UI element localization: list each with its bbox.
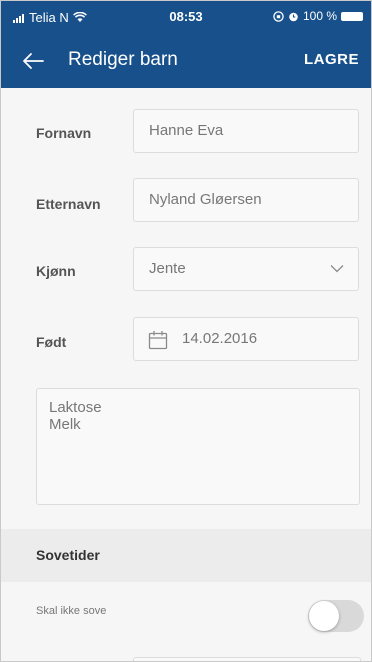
- no-sleep-label: Skal ikke sove: [36, 605, 107, 617]
- born-label: Født: [36, 334, 67, 350]
- born-date-field[interactable]: 14.02.2016: [133, 317, 359, 361]
- no-sleep-toggle[interactable]: [308, 600, 364, 632]
- first-name-label: Fornavn: [36, 125, 92, 141]
- last-name-value: Nyland Gløersen: [149, 191, 262, 208]
- section-title: Sovetider: [36, 547, 100, 563]
- save-button[interactable]: LAGRE: [304, 51, 359, 68]
- notes-textarea[interactable]: Laktose Melk: [36, 388, 360, 505]
- back-arrow-icon[interactable]: [21, 51, 45, 71]
- status-bar: Telia N 08:53 100 %: [1, 1, 371, 34]
- gender-value: Jente: [149, 260, 186, 277]
- last-name-field[interactable]: Nyland Gløersen: [133, 178, 359, 222]
- partial-field[interactable]: [133, 657, 361, 661]
- note-line: Melk: [49, 416, 81, 433]
- section-header: Sovetider: [1, 529, 371, 582]
- alarm-icon: [289, 12, 298, 21]
- first-name-field[interactable]: Hanne Eva: [133, 109, 359, 153]
- orientation-lock-icon: [273, 10, 284, 22]
- born-date-value: 14.02.2016: [182, 330, 258, 347]
- screen: Telia N 08:53 100 % Rediger barn LAGRE F…: [0, 0, 372, 662]
- battery-icon: [341, 11, 363, 21]
- status-right: 100 %: [273, 9, 363, 23]
- calendar-icon: [148, 331, 168, 350]
- note-line: Laktose: [49, 399, 102, 416]
- battery-percent: 100 %: [302, 9, 337, 23]
- first-name-value: Hanne Eva: [149, 122, 224, 139]
- gender-select[interactable]: Jente: [133, 247, 359, 291]
- chevron-down-icon: [330, 265, 344, 273]
- toggle-knob: [309, 601, 339, 631]
- app-bar: Rediger barn LAGRE: [1, 34, 371, 88]
- page-title: Rediger barn: [68, 49, 178, 70]
- last-name-label: Etternavn: [36, 196, 101, 212]
- gender-label: Kjønn: [36, 263, 76, 279]
